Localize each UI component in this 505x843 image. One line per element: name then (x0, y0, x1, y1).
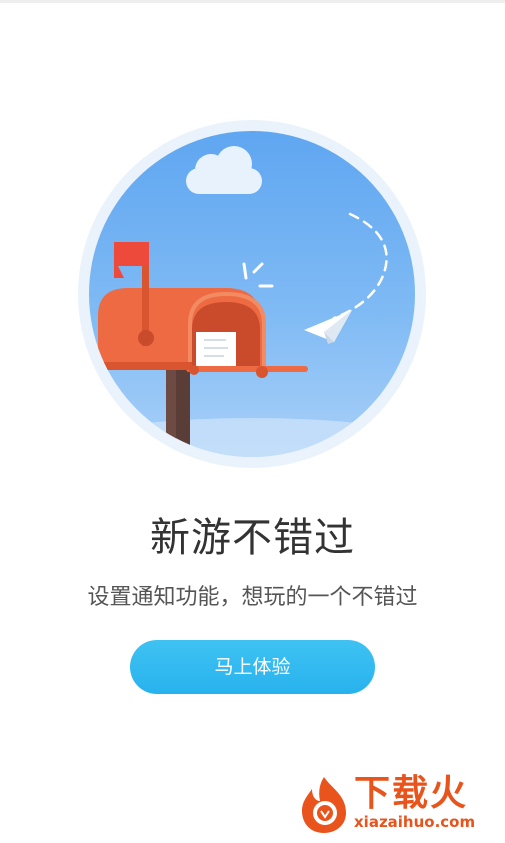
try-now-button[interactable]: 马上体验 (130, 640, 375, 694)
notification-onboarding-page: 新游不错过 设置通知功能，想玩的一个不错过 马上体验 下载火 xiazaihuo… (0, 0, 505, 843)
status-bar-edge (0, 0, 505, 3)
flame-logo-icon (294, 773, 356, 835)
page-title: 新游不错过 (150, 515, 355, 561)
watermark: 下载火 xiazaihuo.com (294, 773, 499, 835)
page-subtitle: 设置通知功能，想玩的一个不错过 (87, 585, 418, 610)
mailbox-illustration (76, 118, 428, 470)
watermark-url: xiazaihuo.com (354, 813, 476, 831)
watermark-brand: 下载火 (354, 773, 469, 814)
